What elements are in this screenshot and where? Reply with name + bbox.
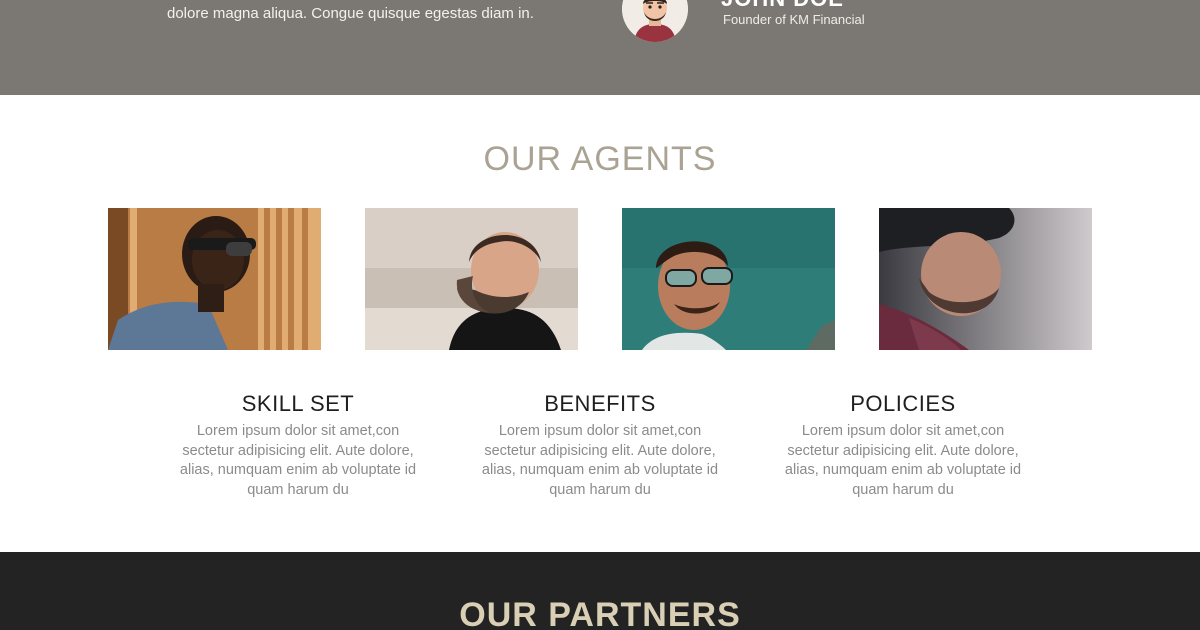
agent-2-image xyxy=(365,208,578,350)
founder-name: JOHN DOE xyxy=(721,0,844,12)
feature-title: BENEFITS xyxy=(544,391,656,416)
agent-photo-1 xyxy=(108,208,321,350)
feature-body: Lorem ipsum dolor sit amet,con sectetur … xyxy=(784,423,1022,498)
agent-photo-2 xyxy=(365,208,578,350)
agent-photo-4 xyxy=(879,208,1092,350)
partners-title: OUR PARTNERS xyxy=(459,596,741,630)
feature-body: Lorem ipsum dolor sit amet,con sectetur … xyxy=(179,423,417,498)
agent-4-image xyxy=(879,208,1092,350)
agent-1-image xyxy=(108,208,321,350)
founder-role: Founder of KM Financial xyxy=(723,12,865,27)
agent-3-image xyxy=(622,208,835,350)
partners-section: OUR PARTNERS xyxy=(0,552,1200,630)
feature-benefits: BENEFITS Lorem ipsum dolor sit amet,con … xyxy=(480,390,720,500)
feature-body: Lorem ipsum dolor sit amet,con sectetur … xyxy=(481,423,719,498)
feature-skill-set: SKILL SET Lorem ipsum dolor sit amet,con… xyxy=(178,390,418,500)
testimonial-quote: dolore magna aliqua. Congue quisque eges… xyxy=(167,5,534,22)
agent-photo-3 xyxy=(622,208,835,350)
avatar-illustration-icon xyxy=(622,0,688,42)
testimonial-section: dolore magna aliqua. Congue quisque eges… xyxy=(0,0,1200,95)
feature-title: POLICIES xyxy=(850,391,956,416)
founder-avatar xyxy=(622,0,688,42)
feature-policies: POLICIES Lorem ipsum dolor sit amet,con … xyxy=(783,390,1023,500)
agents-title: OUR AGENTS xyxy=(483,140,717,178)
feature-title: SKILL SET xyxy=(241,391,355,416)
